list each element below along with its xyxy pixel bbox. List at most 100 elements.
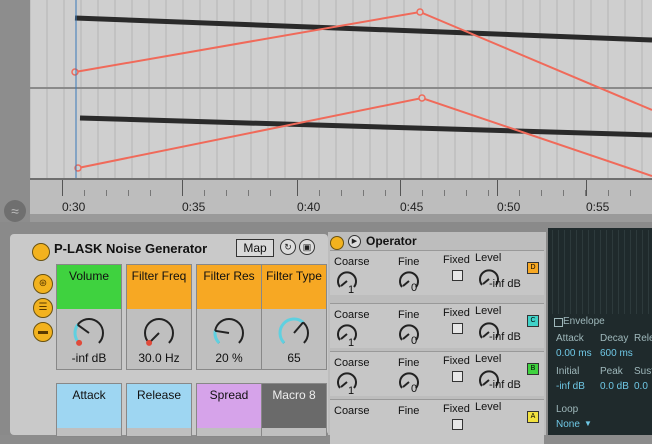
timeline-tick-label: 0:45 [400, 200, 424, 214]
macro-label: Spread [197, 384, 261, 428]
macro-label: Attack [57, 384, 121, 428]
randomize-icon[interactable]: ↻ [280, 239, 296, 255]
fine-value: 0 [411, 282, 418, 294]
fine-value: 0 [411, 383, 418, 395]
macro-7[interactable]: Spread [196, 383, 262, 437]
envelope-display[interactable] [552, 230, 652, 314]
peak-label: Peak [600, 366, 623, 377]
clip-automation-lane[interactable] [30, 0, 652, 178]
knob-needle [402, 333, 410, 340]
rack-title: P-LASK Noise Generator [54, 241, 208, 256]
fixed-checkbox[interactable] [452, 323, 463, 334]
fine-label: Fine [398, 405, 420, 417]
knob-arc [74, 318, 104, 344]
automation-breakpoint[interactable] [71, 68, 79, 76]
timeline-minor-tick [630, 190, 631, 196]
fine-value: 0 [411, 335, 418, 347]
macro-4[interactable]: Filter Type 65 [261, 264, 327, 370]
level-value: -inf dB [489, 331, 521, 343]
timeline-tick [497, 180, 498, 196]
coarse-value: 1 [348, 337, 355, 349]
show-devices-icon[interactable]: ▬ [33, 322, 53, 342]
timeline-ruler[interactable]: 0:30 0:35 0:40 0:45 0:50 0:55 [30, 178, 652, 214]
macro-8[interactable]: Macro 8 [261, 383, 327, 437]
timeline-tick [586, 180, 587, 196]
attack-value[interactable]: 0.00 ms [556, 348, 592, 359]
timeline-minor-tick [385, 190, 386, 196]
macro-2[interactable]: Filter Freq 30.0 Hz [126, 264, 192, 370]
show-chains-icon[interactable]: ☰ [33, 298, 53, 318]
timeline-tick [297, 180, 298, 196]
macro-5[interactable]: Attack [56, 383, 122, 437]
sustain-value[interactable]: 0.0 [634, 381, 648, 392]
knob-needle [340, 381, 348, 388]
envelope-toggle[interactable] [554, 318, 563, 327]
macro-3[interactable]: Filter Res 20 % [196, 264, 262, 370]
timeline-minor-tick [226, 190, 227, 196]
timeline-minor-tick [608, 190, 609, 196]
macro-6[interactable]: Release [126, 383, 192, 437]
save-preset-icon[interactable]: ▣ [299, 239, 315, 255]
loop-select[interactable]: None [556, 419, 580, 430]
timeline-tick-label: 0:40 [297, 200, 321, 214]
coarse-value: 1 [348, 385, 355, 397]
macro-knob[interactable] [209, 313, 249, 349]
oscillator-badge[interactable]: A [527, 411, 539, 423]
operator-title: Operator [366, 234, 417, 248]
fixed-checkbox[interactable] [452, 419, 463, 430]
level-label: Level [475, 401, 502, 413]
initial-value[interactable]: -inf dB [556, 381, 585, 392]
knob-arc [144, 318, 174, 344]
coarse-knob[interactable] [336, 371, 358, 393]
show-macros-icon[interactable]: ⊛ [33, 274, 53, 294]
coarse-knob[interactable] [336, 270, 358, 292]
oscillator-badge[interactable]: C [527, 315, 539, 327]
fine-label: Fine [398, 256, 420, 268]
automation-canvas[interactable] [30, 0, 652, 178]
play-icon[interactable]: ▶ [348, 235, 361, 248]
timeline-minor-tick [248, 190, 249, 196]
waveform-icon[interactable]: ≈ [4, 200, 26, 222]
attack-label: Attack [556, 333, 584, 344]
automation-breakpoint[interactable] [418, 94, 426, 102]
automation-breakpoint[interactable] [416, 8, 424, 16]
timeline-minor-tick [488, 190, 489, 196]
timeline-tick [182, 180, 183, 196]
fine-label: Fine [398, 309, 420, 321]
coarse-knob[interactable] [336, 323, 358, 345]
macro-label: Release [127, 384, 191, 428]
timeline-minor-tick [422, 190, 423, 196]
map-button[interactable]: Map [236, 239, 274, 257]
rack-power-button[interactable] [32, 243, 50, 261]
macro-knob[interactable] [274, 313, 314, 349]
loop-chevron-down-icon[interactable]: ▼ [584, 419, 592, 428]
macro-knob[interactable] [69, 313, 109, 349]
oscillator-badge[interactable]: D [527, 262, 539, 274]
fixed-checkbox[interactable] [452, 371, 463, 382]
fixed-checkbox[interactable] [452, 270, 463, 281]
peak-value[interactable]: 0.0 dB [600, 381, 629, 392]
timeline-tick [62, 180, 63, 196]
coarse-label: Coarse [334, 357, 370, 369]
knob-arc [213, 330, 221, 344]
decay-value[interactable]: 600 ms [600, 348, 633, 359]
macro-label: Volume [57, 265, 121, 309]
level-label: Level [475, 252, 502, 264]
timeline-tick-label: 0:50 [497, 200, 521, 214]
macro-label: Filter Freq [127, 265, 191, 309]
macro-1[interactable]: Volume -inf dB [56, 264, 122, 370]
coarse-label: Coarse [334, 309, 370, 321]
automation-line[interactable] [77, 96, 652, 177]
fine-label: Fine [398, 357, 420, 369]
macro-knob[interactable] [139, 313, 179, 349]
operator-power-button[interactable] [330, 236, 344, 250]
timeline-minor-tick [444, 190, 445, 196]
sustain-label: Sust [634, 366, 652, 377]
macro-value: 65 [287, 351, 301, 365]
oscillator-badge[interactable]: B [527, 363, 539, 375]
knob-needle [402, 381, 410, 388]
timeline-minor-tick [466, 190, 467, 196]
coarse-label: Coarse [334, 405, 370, 417]
loop-label: Loop [556, 404, 579, 415]
decay-label: Decay [600, 333, 629, 344]
